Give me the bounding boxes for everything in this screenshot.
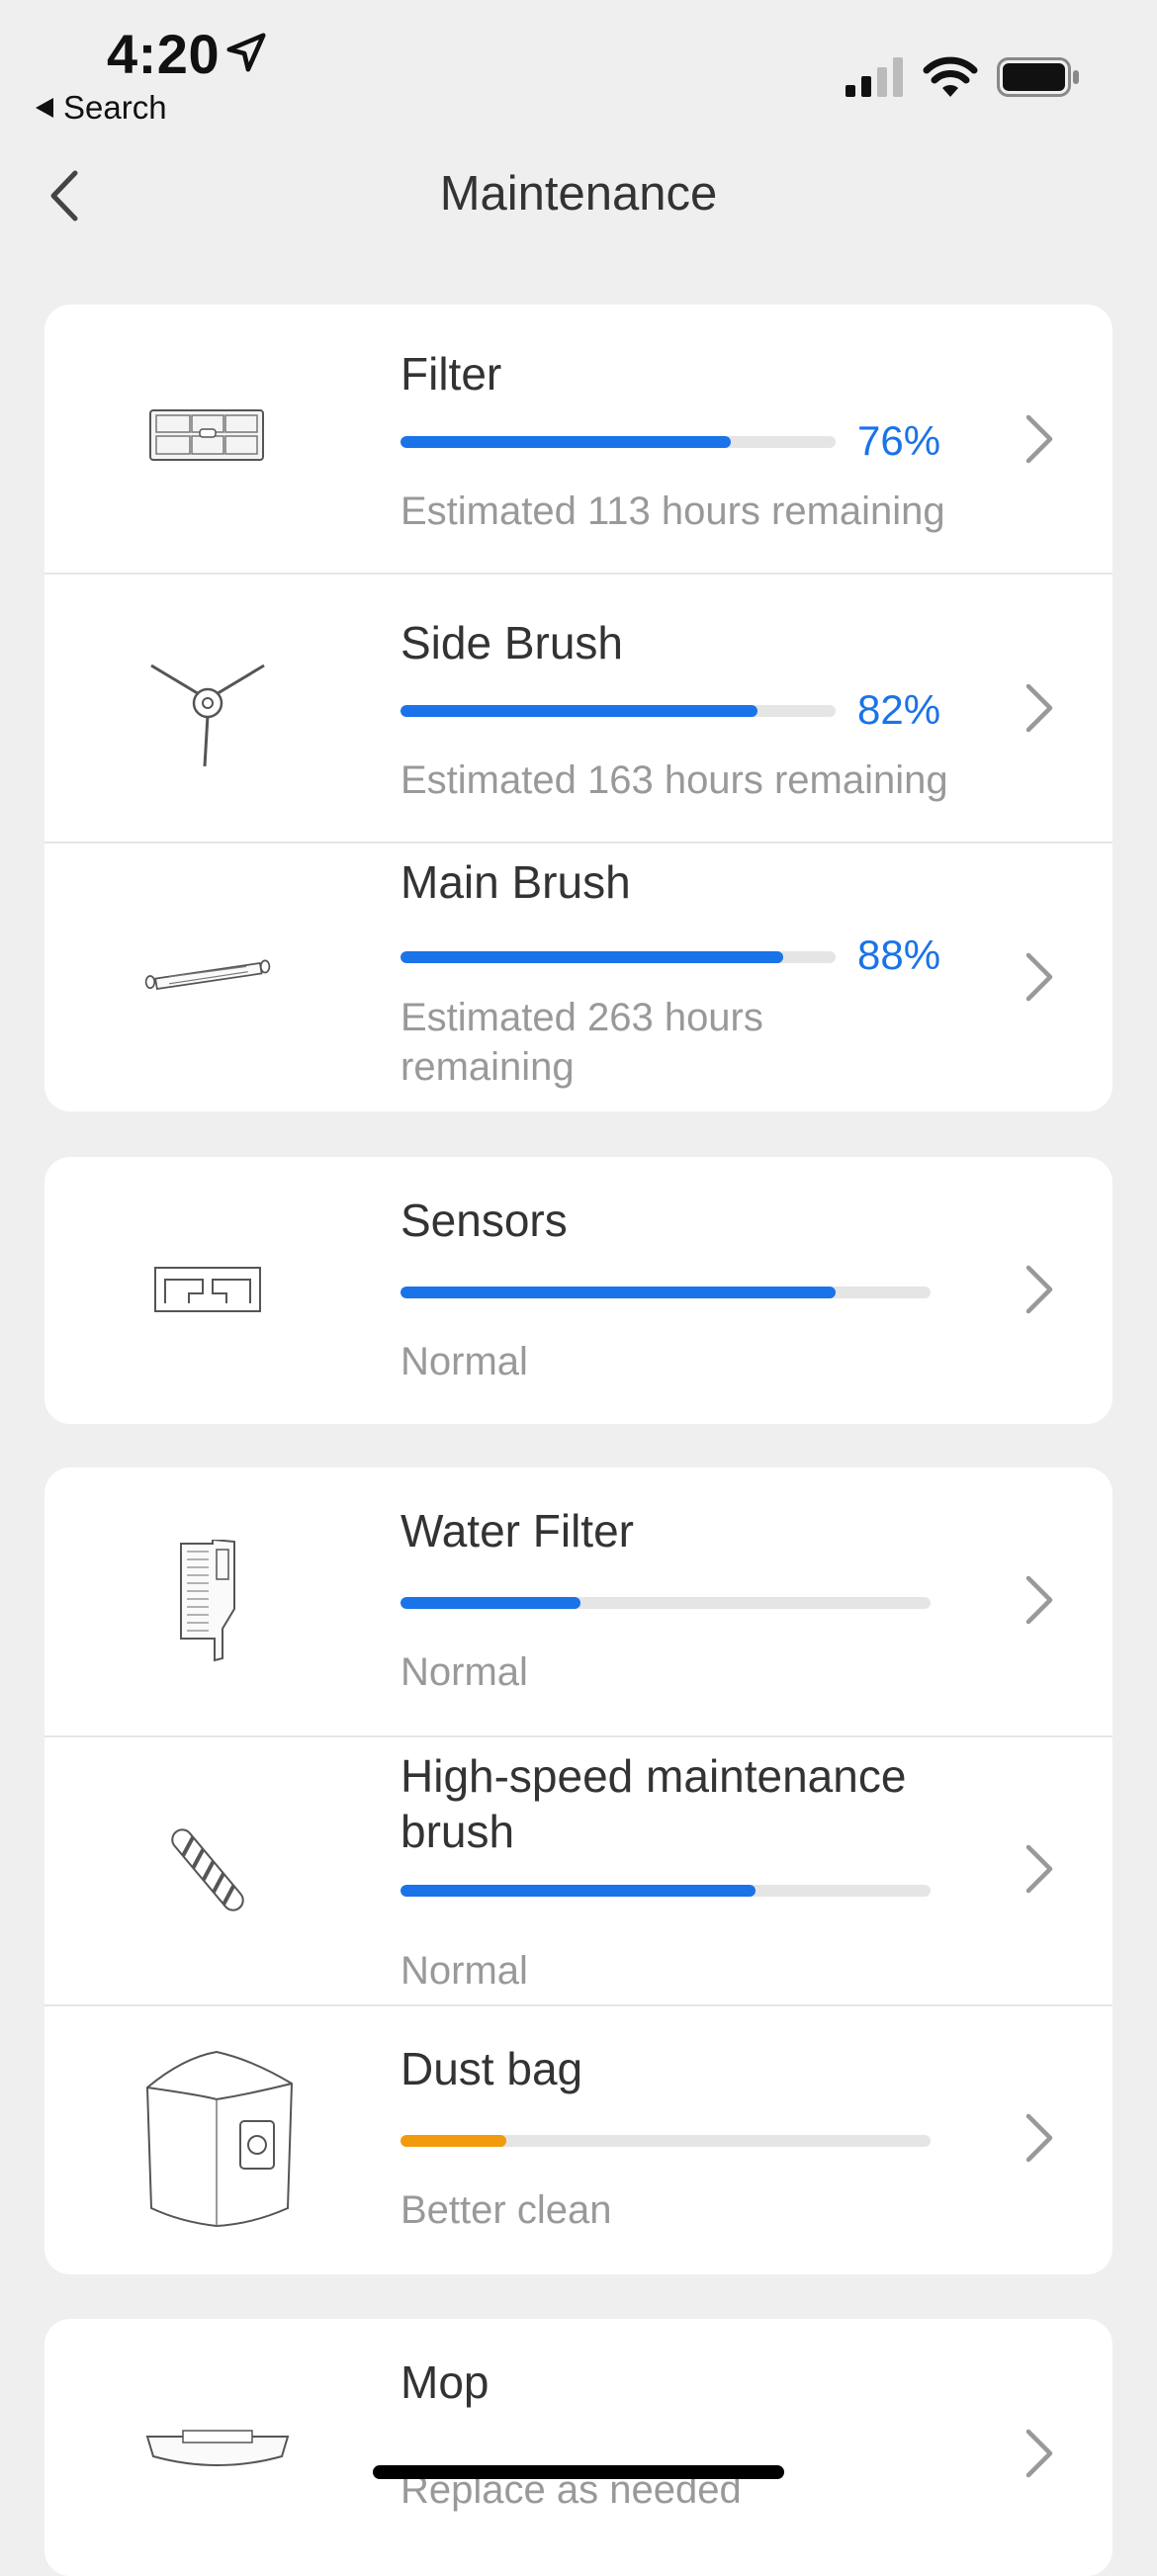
item-status: Normal	[400, 1340, 528, 1383]
item-title: Sensors	[400, 1195, 568, 1246]
progress-bar	[400, 1885, 931, 1897]
item-side-brush[interactable]: Side Brush 82% Estimated 163 hours remai…	[44, 574, 1112, 843]
chevron-right-icon	[1025, 2429, 1053, 2478]
card-station: Water Filter Normal High-speed maintenan…	[44, 1467, 1112, 2274]
chevron-right-icon	[1025, 1575, 1053, 1625]
item-main-brush[interactable]: Main Brush 88% Estimated 263 hours remai…	[44, 843, 1112, 1111]
item-title: Water Filter	[400, 1505, 634, 1556]
filter-icon	[143, 382, 272, 490]
chevron-right-icon	[1025, 952, 1053, 1002]
item-title: Filter	[400, 348, 502, 400]
water-filter-icon	[143, 1537, 272, 1665]
chevron-right-icon	[1025, 683, 1053, 733]
back-triangle-icon	[36, 98, 53, 118]
item-title: High-speed maintenance brush	[400, 1750, 907, 1857]
item-status: Estimated 163 hours remaining	[400, 758, 948, 802]
wifi-icon	[923, 56, 978, 97]
dust-bag-icon	[134, 2045, 302, 2233]
sensors-icon	[143, 1236, 272, 1345]
progress-percent: 88%	[857, 932, 941, 978]
chevron-right-icon	[1025, 1844, 1053, 1894]
card-sensors: Sensors Normal	[44, 1157, 1112, 1424]
item-status: Estimated 113 hours remaining	[400, 489, 945, 533]
item-water-filter[interactable]: Water Filter Normal	[44, 1467, 1112, 1736]
progress-bar	[400, 1287, 931, 1298]
progress-bar	[400, 951, 836, 963]
progress-bar	[400, 705, 836, 717]
card-consumables: Filter 76% Estimated 113 hours remaining…	[44, 305, 1112, 1111]
item-status: Normal	[400, 1650, 528, 1694]
page-title: Maintenance	[439, 167, 718, 221]
item-mop[interactable]: Mop Replace as needed	[44, 2319, 1112, 2576]
chevron-right-icon	[1025, 1265, 1053, 1314]
item-status: Estimated 263 hours remaining	[400, 996, 763, 1089]
main-brush-icon	[143, 922, 272, 1030]
item-title: Dust bag	[400, 2043, 583, 2094]
chevron-right-icon	[1025, 2113, 1053, 2163]
item-title: Side Brush	[400, 617, 624, 668]
progress-percent: 82%	[857, 686, 941, 733]
item-status: Normal	[400, 1949, 528, 1993]
item-sensors[interactable]: Sensors Normal	[44, 1157, 1112, 1424]
location-arrow-icon	[226, 33, 266, 72]
item-title: Mop	[400, 2356, 490, 2408]
card-mop: Mop Replace as needed	[44, 2319, 1112, 2576]
item-dust-bag[interactable]: Dust bag Better clean	[44, 2005, 1112, 2274]
side-brush-icon	[143, 643, 272, 771]
maintenance-brush-icon	[143, 1806, 272, 1934]
progress-bar	[400, 1597, 931, 1609]
item-title: Main Brush	[400, 856, 631, 908]
item-maintenance-brush[interactable]: High-speed maintenance brush Normal	[44, 1736, 1112, 2005]
item-filter[interactable]: Filter 76% Estimated 113 hours remaining	[44, 305, 1112, 574]
chevron-right-icon	[1025, 414, 1053, 464]
back-to-search-link[interactable]: Search	[36, 89, 167, 127]
battery-icon	[997, 57, 1079, 97]
back-to-search-label: Search	[63, 89, 167, 126]
mop-icon	[143, 2408, 292, 2497]
progress-bar	[400, 2135, 931, 2147]
progress-bar	[400, 436, 836, 448]
home-indicator[interactable]	[373, 2465, 784, 2479]
cellular-signal-icon	[846, 57, 903, 97]
progress-percent: 76%	[857, 417, 941, 464]
status-bar: 4:20 Search	[0, 0, 1157, 138]
status-time: 4:20	[107, 23, 221, 85]
item-status: Better clean	[400, 2188, 612, 2232]
